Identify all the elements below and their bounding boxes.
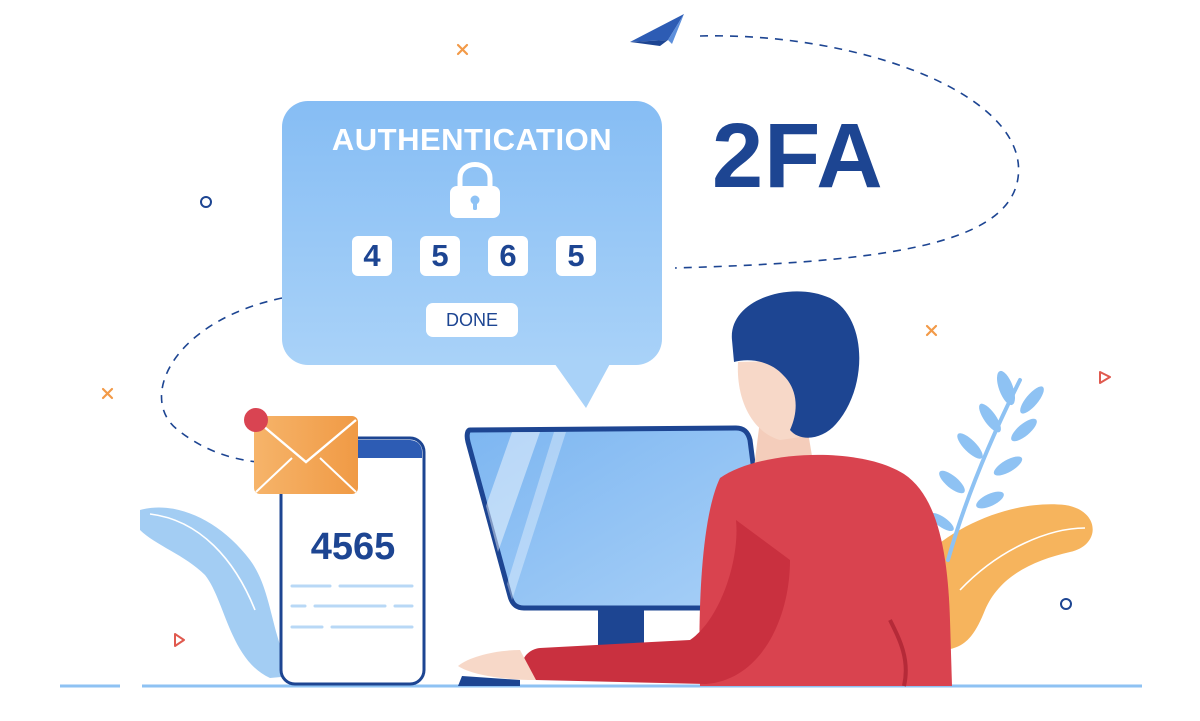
otp-digit-row: 4 5 6 5 [352, 236, 596, 276]
done-button[interactable]: DONE [426, 303, 518, 337]
notification-badge [244, 408, 268, 432]
otp-digit-2[interactable]: 5 [420, 236, 460, 276]
otp-digit-1[interactable]: 4 [352, 236, 392, 276]
otp-digit-3[interactable]: 6 [488, 236, 528, 276]
headline-2fa: 2FA [712, 105, 884, 207]
paper-plane-icon [630, 14, 684, 46]
phone-otp-code: 4565 [310, 526, 396, 568]
scene-artwork [60, 14, 1142, 688]
illustration-stage: 2FA AUTHENTICATION 4 5 6 5 DONE 4565 [0, 0, 1200, 721]
envelope-icon [254, 416, 358, 494]
auth-card-title: AUTHENTICATION [331, 122, 613, 157]
otp-digit-4[interactable]: 5 [556, 236, 596, 276]
left-wave-leaf [140, 507, 292, 678]
